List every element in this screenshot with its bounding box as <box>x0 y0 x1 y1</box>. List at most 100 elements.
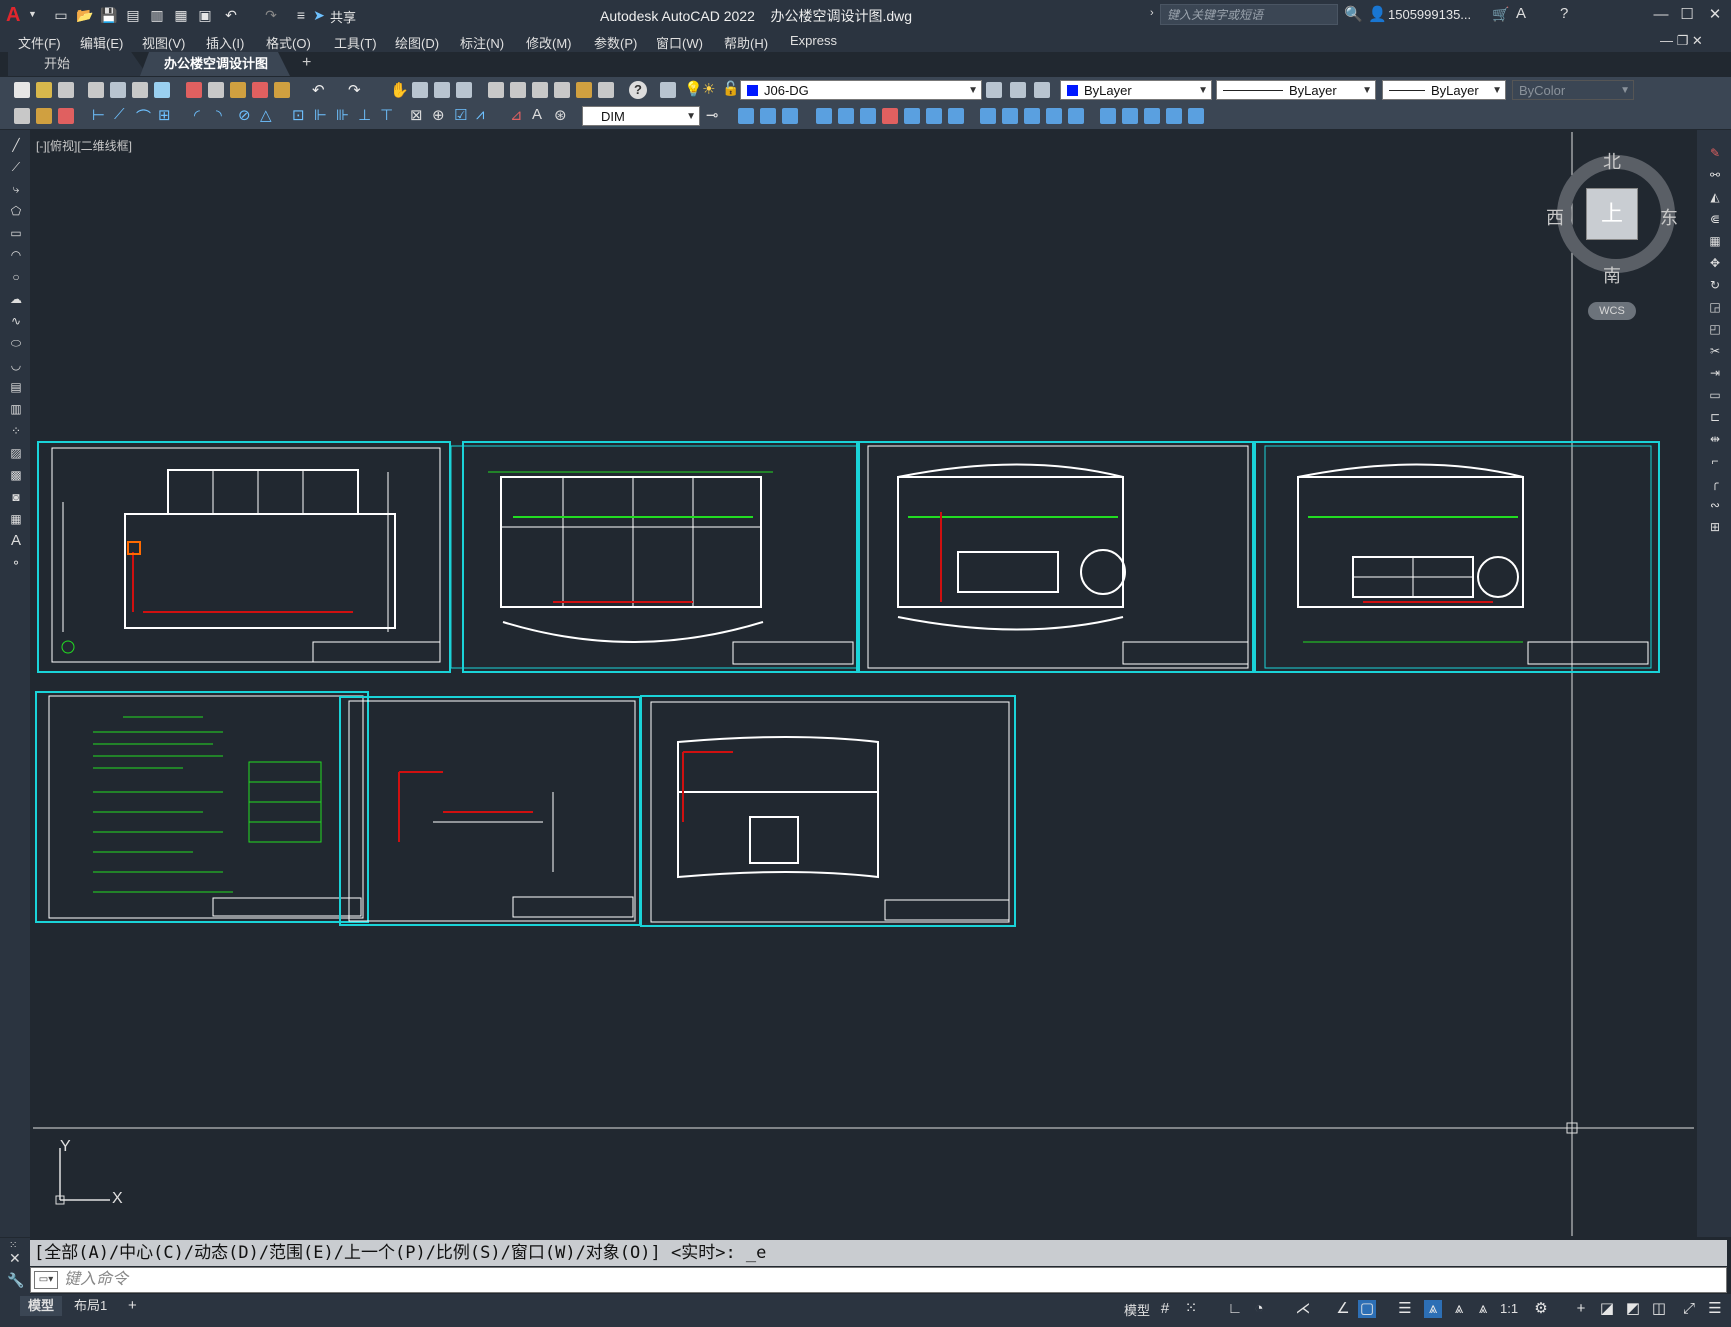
plot-icon[interactable] <box>88 82 104 98</box>
save-as-icon[interactable]: ▤ <box>124 6 142 24</box>
publish-icon[interactable] <box>132 82 148 98</box>
rectangle-icon[interactable]: ▭ <box>9 222 23 244</box>
join-icon[interactable]: ⇹ <box>1707 428 1723 450</box>
dim-radius-icon[interactable]: ◜ <box>194 106 200 124</box>
help-icon[interactable]: ? <box>629 81 647 99</box>
qselect-icon[interactable] <box>14 108 30 124</box>
menu-format[interactable]: 格式(O) <box>266 33 311 52</box>
tolerance-icon[interactable]: ⊠ <box>410 106 423 124</box>
polygon-icon[interactable]: ⬠ <box>9 200 23 222</box>
layer-properties-icon[interactable] <box>660 82 676 98</box>
new-layout-icon[interactable]: + <box>120 1296 145 1316</box>
fillet-icon[interactable] <box>1068 108 1084 124</box>
matchprop-icon[interactable] <box>252 82 268 98</box>
menu-express[interactable]: Express <box>790 33 837 48</box>
erase-icon[interactable] <box>738 108 754 124</box>
copy-icon[interactable]: ⚯ <box>1707 164 1723 186</box>
grid-icon[interactable]: # <box>1156 1300 1174 1318</box>
compass-south[interactable]: 南 <box>1603 262 1621 288</box>
properties-icon[interactable] <box>488 82 504 98</box>
color-combo[interactable]: ByLayer ▼ <box>1060 80 1212 100</box>
point-icon[interactable]: ⁘ <box>9 420 23 442</box>
dim-diameter-icon[interactable]: ⊘ <box>238 106 251 124</box>
ellipse-arc-icon[interactable]: ◡ <box>9 354 23 376</box>
user-icon[interactable]: 👤 <box>1368 5 1387 23</box>
undo-icon[interactable]: ↶ <box>222 6 240 24</box>
compass-north[interactable]: 北 <box>1603 148 1621 174</box>
array-icon[interactable]: ▦ <box>1707 230 1723 252</box>
dim-text-edit-icon[interactable]: A <box>532 106 542 123</box>
menu-dimension[interactable]: 标注(N) <box>460 33 504 52</box>
osnap-icon[interactable]: ▢ <box>1358 1300 1376 1318</box>
help-icon[interactable]: ? <box>1560 5 1568 22</box>
new-file-icon[interactable]: ▭ <box>52 6 70 24</box>
preview-icon[interactable] <box>110 82 126 98</box>
doc-window-controls[interactable]: — ❐ ✕ <box>1660 33 1703 49</box>
tab-start[interactable]: 开始 <box>8 52 148 76</box>
make-block-icon[interactable]: ▥ <box>9 398 23 420</box>
hatch-icon[interactable]: ▨ <box>9 442 23 464</box>
search-icon[interactable]: 🔍 <box>1344 5 1363 23</box>
draworder-below-icon[interactable] <box>1188 108 1204 124</box>
menu-file[interactable]: 文件(F) <box>18 33 61 52</box>
break-point-icon[interactable]: ▭ <box>1707 384 1723 406</box>
copy-object-icon[interactable] <box>760 108 776 124</box>
move-icon[interactable] <box>860 108 876 124</box>
offset-icon[interactable]: ⋐ <box>1707 208 1723 230</box>
isolate-icon[interactable]: ◩ <box>1624 1300 1642 1318</box>
draworder-front-icon[interactable] <box>1122 108 1138 124</box>
mtext-icon[interactable]: A <box>9 530 23 552</box>
insert-block-icon[interactable] <box>36 108 52 124</box>
save-icon[interactable]: 💾 <box>100 6 118 24</box>
annotation-scale-icon[interactable]: ⩓ <box>1474 1300 1492 1318</box>
polyline-icon[interactable]: ⤷ <box>9 178 23 200</box>
move-icon[interactable]: ✥ <box>1707 252 1723 274</box>
save-web-icon[interactable]: ▦ <box>172 6 190 24</box>
markup-icon[interactable] <box>576 82 592 98</box>
lineweight-icon[interactable]: ☰ <box>1396 1300 1414 1318</box>
construction-line-icon[interactable]: ⟋ <box>9 156 23 178</box>
dim-baseline-icon[interactable]: ⊩ <box>314 106 327 124</box>
ellipse-icon[interactable]: ⬭ <box>9 332 23 354</box>
tool-palettes-icon[interactable] <box>532 82 548 98</box>
autocad-logo-icon[interactable]: A <box>6 3 28 27</box>
calculator-icon[interactable] <box>598 82 614 98</box>
workspace-gear-icon[interactable]: ⚙ <box>1532 1300 1550 1318</box>
stretch-icon[interactable] <box>926 108 942 124</box>
layer-previous-icon[interactable] <box>1010 82 1026 98</box>
center-mark-icon[interactable]: ⊕ <box>432 106 445 124</box>
block-editor-icon[interactable] <box>274 82 290 98</box>
spline-icon[interactable]: ∿ <box>9 310 23 332</box>
gradient-icon[interactable]: ▩ <box>9 464 23 486</box>
linetype-combo[interactable]: ByLayer ▼ <box>1216 80 1376 100</box>
trim-icon[interactable] <box>948 108 964 124</box>
new-tab-icon[interactable]: + <box>302 54 311 72</box>
open-icon[interactable] <box>36 82 52 98</box>
break-icon[interactable]: ⊏ <box>1707 406 1723 428</box>
user-name[interactable]: 1505999135... <box>1388 7 1471 22</box>
maximize-icon[interactable]: ☐ <box>1674 4 1700 26</box>
layer-lock-icon[interactable]: 🔓 <box>722 80 739 97</box>
clean-screen-icon[interactable]: ◫ <box>1650 1300 1668 1318</box>
tab-model[interactable]: 模型 <box>20 1296 63 1316</box>
revcloud-icon[interactable]: ☁ <box>9 288 23 310</box>
dim-linear-icon[interactable]: ⊢ <box>92 106 105 124</box>
model-space-button[interactable]: 模型 <box>1124 1300 1150 1319</box>
dim-jogged-icon[interactable]: ◝ <box>216 106 222 124</box>
rotate-icon[interactable] <box>882 108 898 124</box>
zoom-realtime-icon[interactable] <box>412 82 428 98</box>
copy-icon[interactable] <box>208 82 224 98</box>
chevron-right-icon[interactable]: › <box>1150 7 1154 19</box>
join-icon[interactable] <box>1024 108 1040 124</box>
arc-icon[interactable]: ◠ <box>9 244 23 266</box>
offset-icon[interactable] <box>816 108 832 124</box>
tab-document[interactable]: 办公楼空调设计图*✕ <box>140 52 290 76</box>
close-icon[interactable]: ✕ <box>1702 4 1728 26</box>
insert-block-icon[interactable]: ▤ <box>9 376 23 398</box>
layer-thaw-icon[interactable]: ☀ <box>702 80 715 98</box>
scale-icon[interactable]: ◲ <box>1707 296 1723 318</box>
menu-tools[interactable]: 工具(T) <box>334 33 377 52</box>
zoom-window-icon[interactable] <box>434 82 450 98</box>
drawing-area[interactable] <box>33 132 1694 1236</box>
scale-icon[interactable] <box>904 108 920 124</box>
